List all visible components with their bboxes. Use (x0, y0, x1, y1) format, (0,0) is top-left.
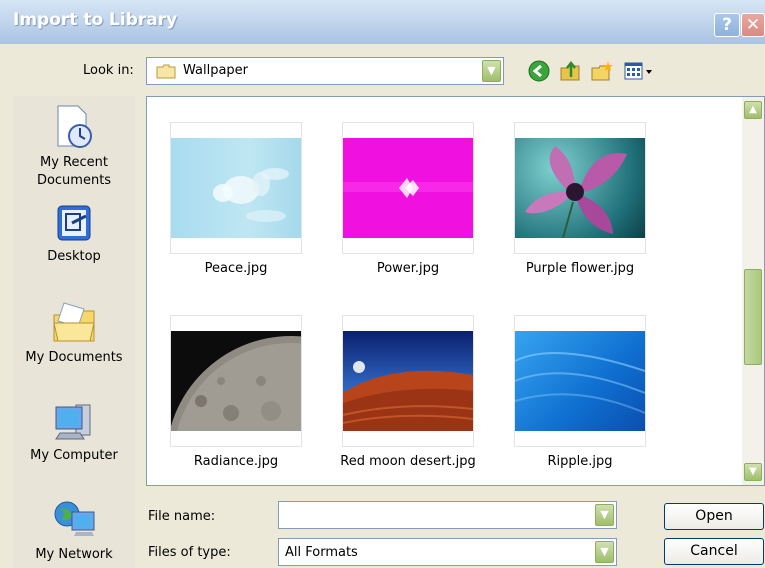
power-image (343, 178, 473, 198)
file-name-power[interactable]: Power.jpg (323, 261, 493, 276)
open-button[interactable]: Open (664, 503, 764, 530)
chevron-down-icon[interactable]: ▼ (595, 541, 614, 563)
file-list-view[interactable]: Peace.jpg Power.jpg Purple flower.jpg Ra… (146, 96, 765, 486)
look-in-label: Look in: (83, 63, 134, 78)
purple-flower-image (525, 146, 627, 238)
vertical-scrollbar[interactable]: ▲ ▼ (742, 97, 764, 485)
files-of-type-label: Files of type: (148, 545, 231, 560)
my-computer-icon (55, 404, 91, 440)
views-menu-icon[interactable] (623, 60, 655, 82)
desktop-icon (57, 205, 91, 241)
file-thumbnail-peace[interactable] (170, 122, 302, 254)
my-documents-icon (53, 302, 95, 342)
ripple-image (515, 352, 645, 414)
place-desktop[interactable]: Desktop (13, 204, 135, 266)
file-thumbnail-radiance[interactable] (170, 315, 302, 447)
place-my-documents[interactable]: My Documents (13, 301, 135, 367)
chevron-down-icon[interactable]: ▼ (595, 504, 614, 526)
red-moon-desert-image (343, 361, 473, 431)
files-of-type-dropdown[interactable]: All Formats ▼ (278, 538, 617, 566)
file-name-input[interactable]: ▼ (278, 501, 617, 529)
file-thumbnail-purple-flower[interactable] (514, 122, 646, 254)
recent-documents-icon (57, 105, 92, 148)
file-thumbnail-red-moon-desert[interactable] (342, 315, 474, 447)
look-in-value: Wallpaper (183, 63, 249, 78)
places-bar: My Recent Documents Desktop My Documents… (13, 96, 135, 568)
chevron-down-icon[interactable]: ▼ (482, 60, 501, 82)
scrollbar-thumb[interactable] (744, 269, 762, 365)
cancel-button[interactable]: Cancel (664, 538, 764, 565)
up-folder-icon[interactable] (559, 60, 581, 82)
look-in-dropdown[interactable]: Wallpaper ▼ (146, 57, 504, 85)
help-button[interactable]: ? (714, 13, 740, 37)
new-folder-icon[interactable] (591, 60, 613, 82)
file-name-ripple[interactable]: Ripple.jpg (495, 454, 665, 469)
peace-image (213, 168, 289, 222)
file-name-peace[interactable]: Peace.jpg (151, 261, 321, 276)
radiance-image (171, 336, 301, 431)
place-my-network[interactable]: My Network (13, 496, 135, 564)
file-thumbnail-power[interactable] (342, 122, 474, 254)
window-title: Import to Library (13, 10, 178, 30)
close-button[interactable]: ✕ (741, 13, 765, 37)
file-name-radiance[interactable]: Radiance.jpg (151, 454, 321, 469)
title-bar: Import to Library ? ✕ (0, 0, 765, 44)
scroll-down-icon[interactable]: ▼ (744, 463, 762, 481)
scroll-up-icon[interactable]: ▲ (744, 101, 762, 119)
file-name-purple-flower[interactable]: Purple flower.jpg (495, 261, 665, 276)
file-name-label: File name: (148, 509, 216, 524)
place-my-recent-documents[interactable]: My Recent Documents (13, 104, 135, 190)
file-thumbnail-ripple[interactable] (514, 315, 646, 447)
place-my-computer[interactable]: My Computer (13, 399, 135, 465)
file-name-red-moon-desert[interactable]: Red moon desert.jpg (323, 454, 493, 469)
files-of-type-value: All Formats (285, 545, 358, 560)
my-network-icon (54, 501, 95, 536)
folder-icon (156, 64, 176, 79)
back-icon[interactable] (528, 60, 550, 82)
